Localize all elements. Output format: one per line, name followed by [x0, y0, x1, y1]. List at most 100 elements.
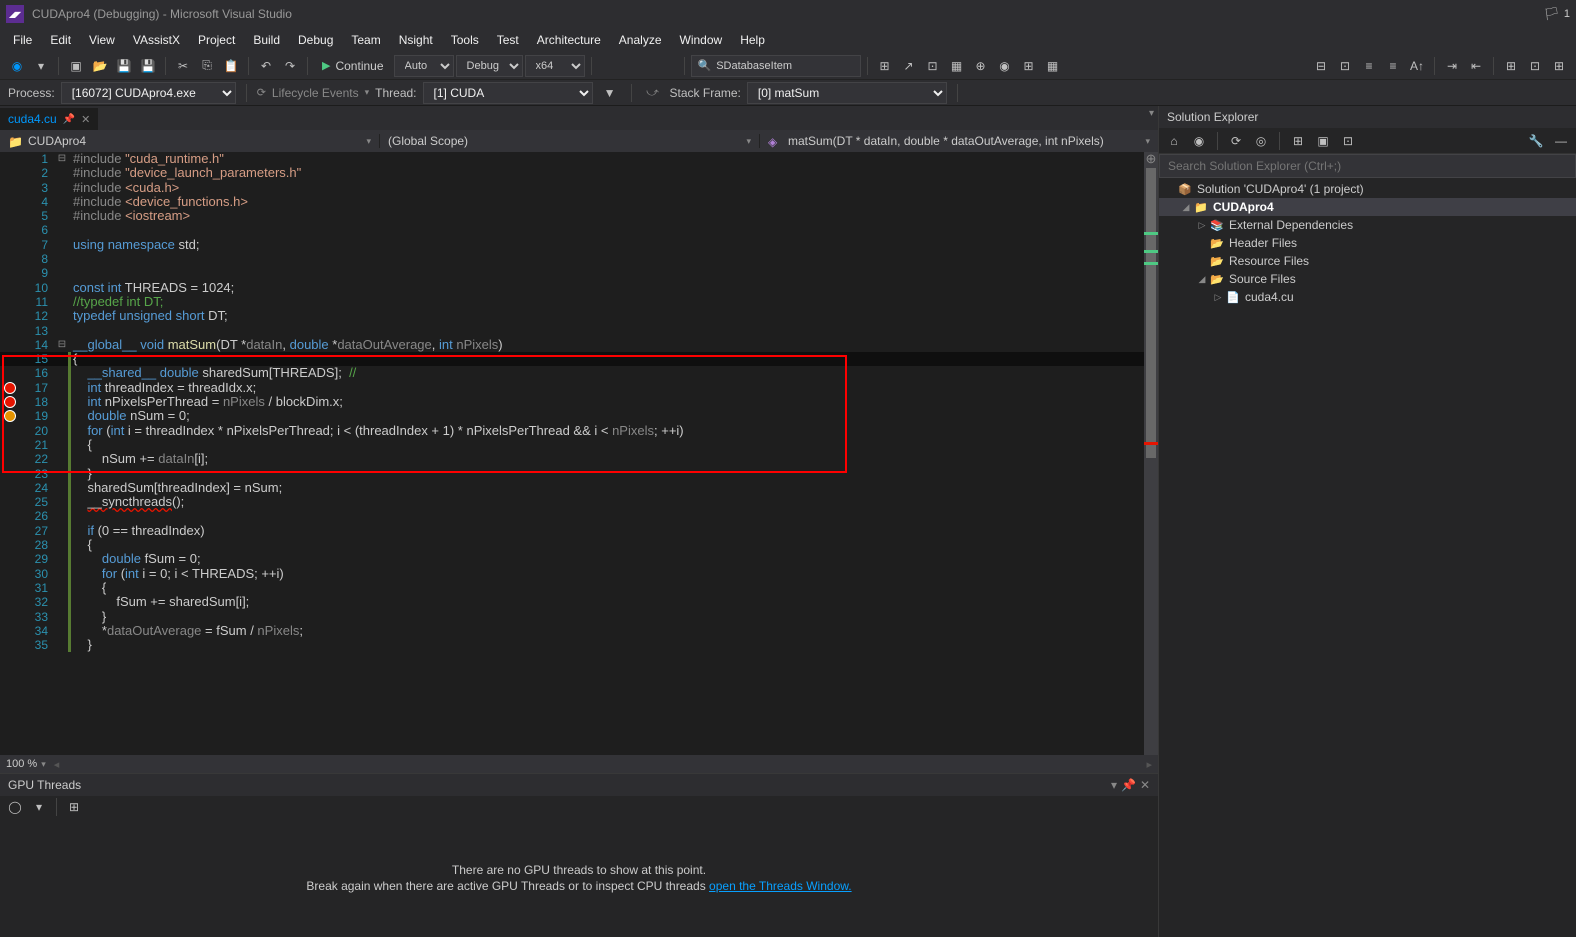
menu-tools[interactable]: Tools [442, 30, 488, 50]
se-refresh-icon[interactable]: ⟳ [1225, 130, 1247, 152]
tree-item[interactable]: ◢📂Source Files [1159, 270, 1576, 288]
menu-view[interactable]: View [80, 30, 124, 50]
tab-cuda4[interactable]: cuda4.cu 📌 ✕ [0, 108, 98, 130]
debug-tool-2-icon[interactable]: ↗ [898, 55, 920, 77]
code-line[interactable]: 19 double nSum = 0; [0, 409, 1158, 423]
panel-dropdown-icon[interactable]: ▾ [1111, 778, 1117, 792]
se-sync-icon[interactable]: ◎ [1250, 130, 1272, 152]
menu-architecture[interactable]: Architecture [528, 30, 610, 50]
tree-item[interactable]: 📦Solution 'CUDApro4' (1 project) [1159, 180, 1576, 198]
continue-button[interactable]: ▶Continue [314, 57, 392, 75]
se-home-icon[interactable]: ⌂ [1163, 130, 1185, 152]
debug-tool-5-icon[interactable]: ⊕ [970, 55, 992, 77]
solution-search[interactable] [1159, 154, 1576, 178]
code-line[interactable]: 13 [0, 324, 1158, 338]
code-line[interactable]: 26 [0, 509, 1158, 523]
tree-item[interactable]: 📂Header Files [1159, 234, 1576, 252]
code-line[interactable]: 32 fSum += sharedSum[i]; [0, 595, 1158, 609]
close-tab-icon[interactable]: ✕ [81, 113, 90, 126]
new-project-icon[interactable]: ▣ [65, 55, 87, 77]
code-line[interactable]: 1⊟#include "cuda_runtime.h" [0, 152, 1158, 166]
se-collapse-icon[interactable]: ▣ [1312, 130, 1334, 152]
se-showall-icon[interactable]: ⊞ [1287, 130, 1309, 152]
menu-edit[interactable]: Edit [41, 30, 80, 50]
code-line[interactable]: 29 double fSum = 0; [0, 552, 1158, 566]
code-line[interactable]: 11//typedef int DT; [0, 295, 1158, 309]
code-line[interactable]: 2#include "device_launch_parameters.h" [0, 166, 1158, 180]
open-threads-link[interactable]: open the Threads Window. [709, 879, 852, 893]
tree-item[interactable]: ◢📁CUDApro4 [1159, 198, 1576, 216]
tab-overflow-icon[interactable]: ▾ [1149, 108, 1154, 119]
code-line[interactable]: 17 int threadIndex = threadIdx.x; [0, 381, 1158, 395]
code-line[interactable]: 7using namespace std; [0, 238, 1158, 252]
code-line[interactable]: 18 int nPixelsPerThread = nPixels / bloc… [0, 395, 1158, 409]
format-5-icon[interactable]: A↑ [1406, 55, 1428, 77]
open-file-icon[interactable]: 📂 [89, 55, 111, 77]
filter-icon[interactable]: ▼ [599, 82, 621, 104]
cut-icon[interactable]: ✂ [172, 55, 194, 77]
format-4-icon[interactable]: ≡ [1382, 55, 1404, 77]
code-line[interactable]: 33 } [0, 610, 1158, 624]
tree-item[interactable]: ▷📄cuda4.cu [1159, 288, 1576, 306]
save-all-icon[interactable]: 💾 [137, 55, 159, 77]
stack-frame-select[interactable]: [0] matSum [747, 82, 947, 104]
stack-icon[interactable]: ⤻ [642, 82, 664, 104]
code-line[interactable]: 31 { [0, 581, 1158, 595]
format-7-icon[interactable]: ⇤ [1465, 55, 1487, 77]
code-editor[interactable]: 1⊟#include "cuda_runtime.h"2#include "de… [0, 152, 1158, 755]
panel-header[interactable]: GPU Threads ▾ 📌 ✕ [0, 774, 1158, 796]
format-8-icon[interactable]: ⊞ [1500, 55, 1522, 77]
menu-debug[interactable]: Debug [289, 30, 342, 50]
copy-icon[interactable]: ⎘ [196, 55, 218, 77]
code-line[interactable]: 20 for (int i = threadIndex * nPixelsPer… [0, 424, 1158, 438]
se-properties-icon[interactable]: ⊡ [1337, 130, 1359, 152]
format-3-icon[interactable]: ≡ [1358, 55, 1380, 77]
tree-item[interactable]: 📂Resource Files [1159, 252, 1576, 270]
format-1-icon[interactable]: ⊟ [1310, 55, 1332, 77]
format-10-icon[interactable]: ⊞ [1548, 55, 1570, 77]
redo-icon[interactable]: ↷ [279, 55, 301, 77]
nav-project[interactable]: 📁CUDApro4▾ [0, 134, 380, 148]
editor-scrollbar[interactable]: ⊕ [1144, 152, 1158, 755]
code-line[interactable]: 12typedef unsigned short DT; [0, 309, 1158, 323]
se-back-icon[interactable]: ◉ [1188, 130, 1210, 152]
debug-tool-3-icon[interactable]: ⊡ [922, 55, 944, 77]
menu-analyze[interactable]: Analyze [610, 30, 671, 50]
solution-tree[interactable]: 📦Solution 'CUDApro4' (1 project)◢📁CUDApr… [1159, 178, 1576, 937]
search-item-box[interactable]: 🔍SDatabaseItem [691, 55, 861, 77]
process-select[interactable]: [16072] CUDApro4.exe [61, 82, 236, 104]
menu-window[interactable]: Window [671, 30, 732, 50]
menu-nsight[interactable]: Nsight [390, 30, 442, 50]
menu-help[interactable]: Help [731, 30, 774, 50]
code-line[interactable]: 5#include <iostream> [0, 209, 1158, 223]
config-debug-select[interactable]: Debug [456, 55, 523, 77]
nav-scope[interactable]: (Global Scope)▾ [380, 134, 760, 148]
debug-tool-6-icon[interactable]: ◉ [994, 55, 1016, 77]
nav-forward-icon[interactable]: ▾ [30, 55, 52, 77]
notification-flag-icon[interactable]: 🏳 [1543, 6, 1560, 22]
code-line[interactable]: 30 for (int i = 0; i < THREADS; ++i) [0, 567, 1158, 581]
code-line[interactable]: 23 } [0, 467, 1158, 481]
menu-build[interactable]: Build [244, 30, 289, 50]
code-line[interactable]: 10const int THREADS = 1024; [0, 281, 1158, 295]
paste-icon[interactable]: 📋 [220, 55, 242, 77]
code-line[interactable]: 22 nSum += dataIn[i]; [0, 452, 1158, 466]
config-auto-select[interactable]: Auto [394, 55, 454, 77]
format-6-icon[interactable]: ⇥ [1441, 55, 1463, 77]
debug-tool-7-icon[interactable]: ⊞ [1018, 55, 1040, 77]
nav-back-icon[interactable]: ◉ [6, 55, 28, 77]
pin-icon[interactable]: 📌 [63, 114, 75, 125]
solution-search-input[interactable] [1160, 155, 1575, 177]
config-platform-select[interactable]: x64 [525, 55, 585, 77]
code-line[interactable]: 14⊟__global__ void matSum(DT *dataIn, do… [0, 338, 1158, 352]
code-line[interactable]: 9 [0, 266, 1158, 280]
code-line[interactable]: 8 [0, 252, 1158, 266]
thread-select[interactable]: [1] CUDA [423, 82, 593, 104]
format-9-icon[interactable]: ⊡ [1524, 55, 1546, 77]
code-line[interactable]: 24 sharedSum[threadIndex] = nSum; [0, 481, 1158, 495]
code-line[interactable]: 15{ [0, 352, 1158, 366]
panel-tool-2-icon[interactable]: ▾ [28, 796, 50, 818]
code-line[interactable]: 34 *dataOutAverage = fSum / nPixels; [0, 624, 1158, 638]
debug-tool-1-icon[interactable]: ⊞ [874, 55, 896, 77]
lifecycle-events-icon[interactable]: ⟳ [257, 86, 266, 99]
